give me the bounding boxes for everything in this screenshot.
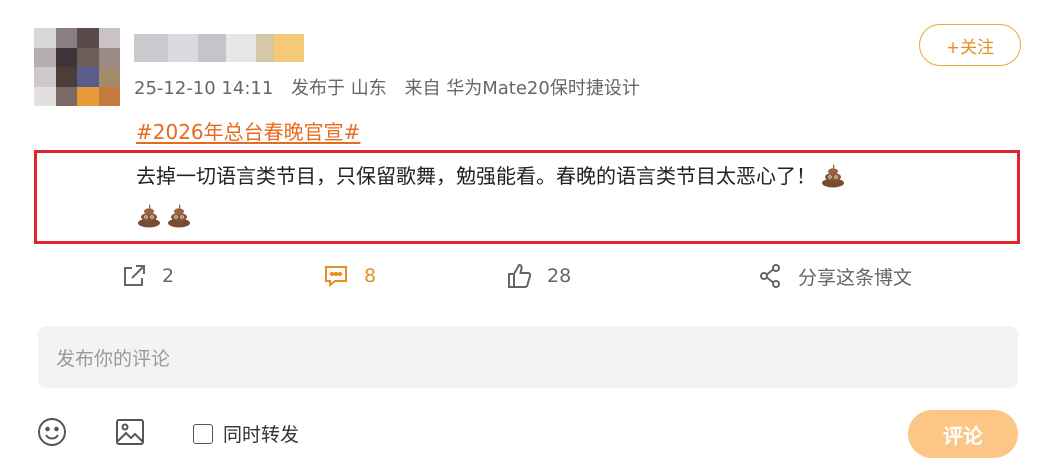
repost-icon xyxy=(124,265,145,286)
post-source: 来自 华为Mate20保时捷设计 xyxy=(404,78,640,99)
share-button[interactable]: 分享这条博文 xyxy=(756,262,912,290)
post-meta: 25-12-10 14:11 发布于 山东 来自 华为Mate20保时捷设计 xyxy=(134,74,652,100)
repost-count: 2 xyxy=(162,265,175,287)
checkbox[interactable] xyxy=(193,423,213,444)
post-action-bar: 2 8 28 分享这条博文 xyxy=(0,262,1041,292)
composer-toolbar: 同时转发 评论 xyxy=(0,410,1041,458)
post-text: 去掉一切语言类节目，只保留歌舞，勉强能看。春晚的语言类节目太恶心了！ xyxy=(136,164,816,188)
comment-input[interactable]: 发布你的评论 xyxy=(38,326,1018,388)
poop-emoji-icon xyxy=(168,204,190,228)
image-icon[interactable] xyxy=(114,416,146,448)
post-datetime: 25-12-10 14:11 xyxy=(134,78,274,99)
thumbs-up-icon xyxy=(508,263,532,288)
repost-button[interactable]: 2 xyxy=(120,262,174,290)
avatar[interactable] xyxy=(34,28,120,106)
submit-comment-button[interactable]: 评论 xyxy=(908,410,1018,458)
like-count: 28 xyxy=(547,265,572,287)
repost-checkbox[interactable]: 同时转发 xyxy=(193,420,299,447)
comment-button[interactable]: 8 xyxy=(322,262,376,290)
poop-emoji-icon xyxy=(138,204,160,228)
share-icon xyxy=(760,264,780,288)
follow-button[interactable]: +关注 xyxy=(919,24,1021,66)
emoji-icon[interactable] xyxy=(36,416,68,448)
post-location: 发布于 山东 xyxy=(291,78,387,99)
username-blurred[interactable] xyxy=(134,34,304,62)
poop-emoji-icon xyxy=(822,164,844,188)
share-label: 分享这条博文 xyxy=(798,266,913,289)
topic-hashtag[interactable]: #2026年总台春晚官宣# xyxy=(136,116,360,145)
comment-count: 8 xyxy=(364,265,377,287)
post-body: 去掉一切语言类节目，只保留歌舞，勉强能看。春晚的语言类节目太恶心了！ xyxy=(136,156,1006,236)
repost-checkbox-label: 同时转发 xyxy=(223,424,300,446)
comment-icon xyxy=(325,266,347,288)
like-button[interactable]: 28 xyxy=(505,262,571,290)
